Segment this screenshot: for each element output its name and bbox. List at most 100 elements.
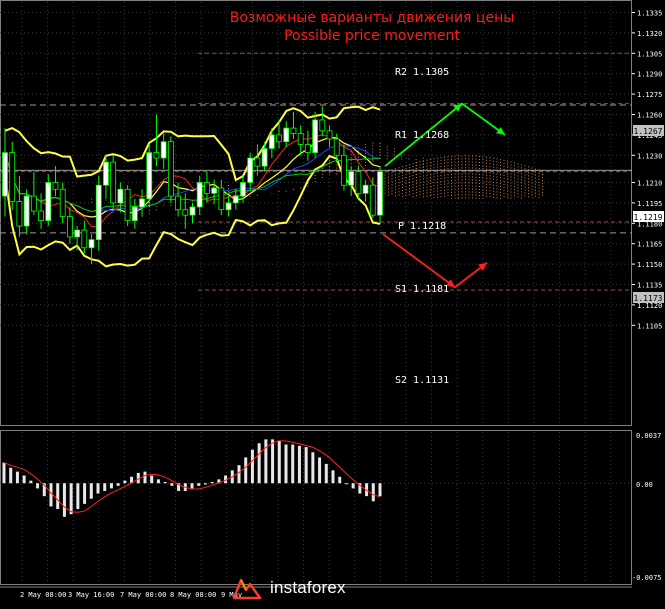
y-tick-label: 1.1210	[637, 180, 662, 188]
y-tick-label: 1.1135	[637, 282, 662, 290]
osc-bar	[123, 480, 127, 484]
osc-bar	[237, 465, 241, 484]
osc-bar	[244, 457, 248, 484]
candle-body	[326, 130, 333, 140]
candle-body	[23, 195, 30, 227]
candle-body	[81, 229, 88, 249]
osc-bar	[351, 483, 355, 489]
candle-body	[369, 184, 376, 216]
candle-body	[2, 152, 8, 197]
osc-bar	[250, 449, 254, 484]
x-tick-1: 2 May 08:00	[20, 591, 66, 599]
osc-bar	[9, 467, 13, 484]
candle-body	[204, 182, 210, 194]
oscillator	[0, 439, 632, 517]
osc-bar	[170, 483, 174, 486]
chart: 1.1335 1.1320 1.1305 1.1290 1.1275 1.1260 1.12…	[0, 0, 665, 605]
candle-body	[341, 154, 347, 186]
osc-bar	[338, 476, 342, 484]
osc-bar	[69, 483, 73, 515]
candle-body	[283, 127, 290, 143]
candle-body	[139, 198, 145, 208]
candle-body	[333, 138, 340, 156]
chart-title: Возможные варианты движения цены	[230, 10, 515, 26]
current-price-tag: 1.1219	[634, 213, 663, 222]
y-tick-label: 1.1260	[637, 112, 662, 120]
y-tick-label: 1.1165	[637, 241, 662, 249]
y-tick-label: 1.1305	[637, 50, 662, 58]
y-tick-label: 1.1290	[637, 71, 662, 79]
candle-body	[74, 229, 81, 238]
y-tick-label: 1.1320	[637, 30, 662, 38]
osc-signal-line	[3, 440, 381, 513]
candle-body	[9, 152, 16, 202]
candle-body	[276, 134, 282, 143]
brand-name: instaforex	[270, 578, 346, 597]
osc-bar	[2, 462, 6, 484]
candle-body	[225, 202, 232, 211]
candle-body	[247, 157, 254, 183]
candle-body	[52, 182, 59, 190]
chart-subtitle: Possible price movement	[284, 28, 460, 44]
candle-body	[268, 134, 275, 149]
osc-panel-border	[0, 430, 632, 585]
candle-body	[103, 161, 109, 186]
osc-bar	[15, 471, 19, 484]
level-label-s2: S2 1.1131	[395, 375, 449, 386]
osc-bar	[22, 475, 26, 484]
candle-body	[211, 187, 218, 194]
osc-bar	[210, 481, 214, 484]
candle-body	[146, 152, 153, 200]
candle-body	[189, 206, 196, 216]
candle-body	[240, 182, 246, 197]
osc-bar	[203, 483, 207, 485]
level-label-p: P 1.1218	[398, 221, 446, 232]
candle-body	[16, 201, 23, 227]
instaforex-logo-icon	[232, 578, 262, 600]
osc-bar	[103, 483, 107, 491]
candle-body	[319, 119, 326, 132]
candle-body	[362, 184, 369, 194]
candle-body	[45, 182, 52, 221]
level-label-s1: S1 1.1181	[395, 284, 449, 295]
x-tick-2: 3 May 16:00	[68, 591, 114, 599]
level-label-r1: R1 1.1268	[395, 130, 449, 141]
osc-bar	[297, 445, 301, 484]
osc-bar	[56, 483, 60, 510]
candle-body	[232, 195, 239, 204]
x-tick-3: 7 May 00:00	[120, 591, 166, 599]
candle-body	[124, 188, 131, 221]
osc-bar	[311, 452, 315, 484]
candle-body	[117, 188, 124, 204]
osc-bar	[284, 444, 288, 484]
forecast-arrow-head	[496, 126, 505, 135]
osc-bar	[371, 483, 375, 502]
candle-body	[182, 209, 189, 216]
price-tag-s1: 1.1173	[634, 294, 663, 303]
x-tick-4: 8 May 08:00	[170, 591, 216, 599]
osc-bar	[264, 439, 268, 484]
candle-body	[348, 171, 355, 186]
osc-tick-zero: 0.00	[636, 481, 653, 489]
main-panel-border	[0, 0, 632, 426]
candle-body	[254, 157, 261, 167]
osc-tick-bottom: -0.0075	[632, 574, 662, 582]
candle-body	[290, 127, 297, 134]
osc-bar	[331, 470, 335, 484]
y-tick-label: 1.1275	[637, 91, 662, 99]
y-tick-label: 1.1195	[637, 200, 662, 208]
osc-bar	[291, 444, 295, 484]
osc-bar	[96, 483, 100, 494]
osc-bar	[76, 483, 80, 510]
osc-bar	[156, 479, 160, 484]
y-tick-label: 1.1105	[637, 322, 662, 330]
osc-bar	[49, 483, 53, 507]
candle-body	[355, 171, 362, 194]
y-tick-label: 1.1120	[637, 302, 662, 310]
candle-body	[196, 182, 203, 208]
osc-tick-top: 0.0037	[636, 432, 661, 440]
osc-bar	[324, 463, 328, 484]
bollinger-upper	[4, 105, 381, 182]
pivot-levels	[0, 52, 632, 291]
instaforex-watermark: instaforex	[232, 574, 422, 602]
